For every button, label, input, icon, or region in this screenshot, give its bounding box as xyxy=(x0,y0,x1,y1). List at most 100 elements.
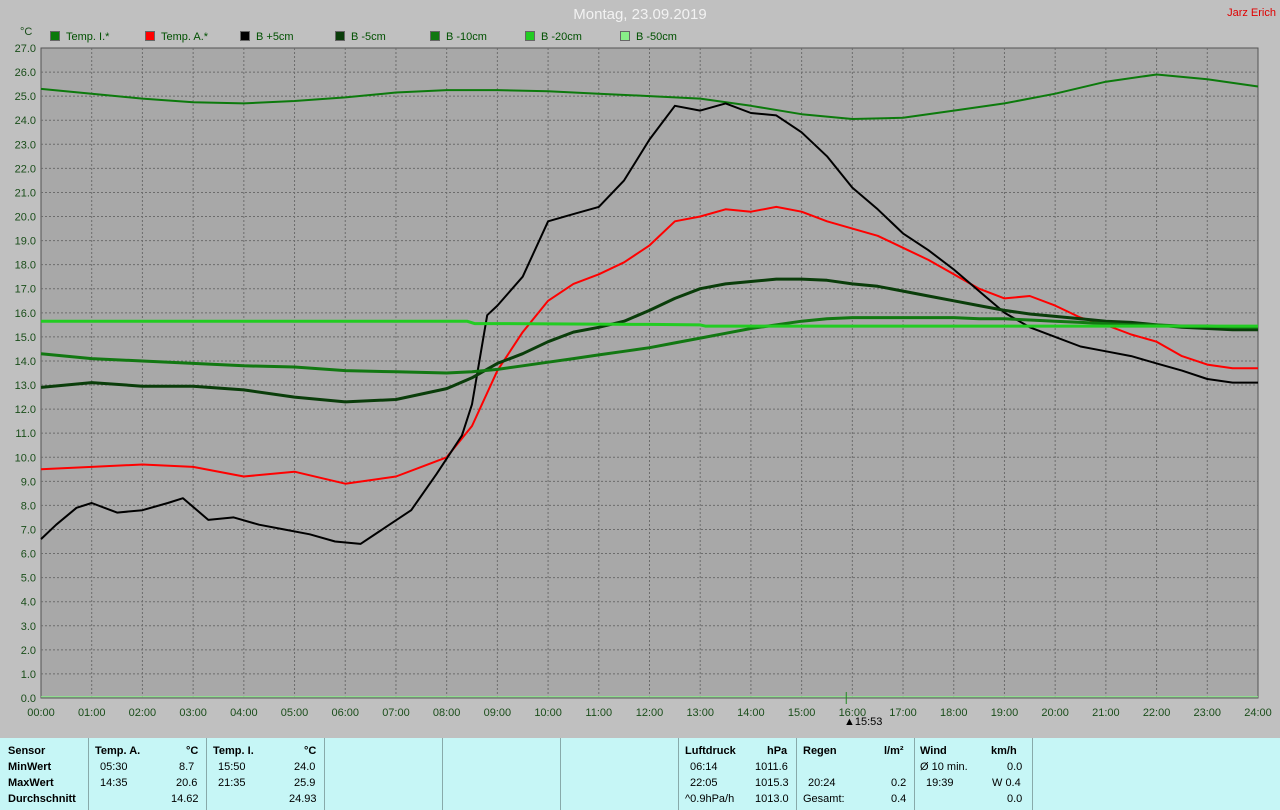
wind-max-val: W 0.4 xyxy=(992,777,1021,789)
x-tick-label: 02:00 xyxy=(129,707,157,719)
y-tick-label: 15.0 xyxy=(15,332,36,344)
y-tick-label: 10.0 xyxy=(15,452,36,464)
legend-label: Temp. A.* xyxy=(161,31,209,43)
y-tick-label: 13.0 xyxy=(15,380,36,392)
divider xyxy=(324,738,325,810)
x-tick-label: 20:00 xyxy=(1041,707,1069,719)
x-tick-label: 13:00 xyxy=(686,707,714,719)
x-tick-label: 11:00 xyxy=(585,707,612,719)
y-tick-label: 27.0 xyxy=(15,43,36,55)
y-axis: 0.0 1.0 2.0 3.0 4.0 5.0 6.0 7.0 8.0 9.0 10.0 11.0 12… xyxy=(15,43,36,705)
x-tick-label: 04:00 xyxy=(230,707,258,719)
x-tick-label: 24:00 xyxy=(1244,707,1272,719)
y-tick-label: 17.0 xyxy=(15,284,36,296)
x-tick-label: 17:00 xyxy=(889,707,917,719)
chart: 0.0 1.0 2.0 3.0 4.0 5.0 6.0 7.0 8.0 9.0 10.0 11.0 12… xyxy=(15,43,1272,719)
y-tick-label: 21.0 xyxy=(15,187,36,199)
temp-i-unit: °C xyxy=(304,745,317,757)
wind-avg-label: Ø 10 min. xyxy=(920,761,968,773)
legend-label: B +5cm xyxy=(256,31,294,43)
y-unit-label: °C xyxy=(20,26,33,38)
temp-i-title: Temp. I. xyxy=(213,745,254,757)
legend-label: B -10cm xyxy=(446,31,487,43)
stats-table: Sensor MinWert MaxWert Durchschnitt Temp… xyxy=(0,738,1280,810)
rain-title: Regen xyxy=(803,745,837,757)
y-tick-label: 4.0 xyxy=(21,597,36,609)
temp-i-max-val: 25.9 xyxy=(294,777,316,789)
y-tick-label: 2.0 xyxy=(21,645,36,657)
x-tick-label: 06:00 xyxy=(331,707,359,719)
rain-total-val: 0.4 xyxy=(891,793,907,805)
legend-label: B -50cm xyxy=(636,31,677,43)
divider xyxy=(914,738,915,810)
time-marker-label: ▲15:53 xyxy=(844,716,883,728)
legend-item: B -20cm xyxy=(525,31,582,43)
y-tick-label: 18.0 xyxy=(15,260,36,272)
temp-i-avg: 24.93 xyxy=(289,793,317,805)
divider xyxy=(560,738,561,810)
legend-swatch xyxy=(240,31,250,41)
x-tick-label: 19:00 xyxy=(991,707,1019,719)
x-tick-label: 01:00 xyxy=(78,707,106,719)
y-tick-label: 19.0 xyxy=(15,236,36,248)
y-tick-label: 9.0 xyxy=(21,476,36,488)
y-tick-label: 14.0 xyxy=(15,356,36,368)
wind-title: Wind xyxy=(920,745,947,757)
pressure-trend-val: 1013.0 xyxy=(755,793,789,805)
x-tick-label: 14:00 xyxy=(737,707,765,719)
y-tick-label: 22.0 xyxy=(15,163,36,175)
legend-swatch xyxy=(50,31,60,41)
x-tick-label: 21:00 xyxy=(1092,707,1120,719)
temp-a-avg: 14.62 xyxy=(171,793,199,805)
pressure-min-time: 06:14 xyxy=(690,761,718,773)
row-label-max: MaxWert xyxy=(8,777,54,789)
x-tick-label: 05:00 xyxy=(281,707,309,719)
temp-a-unit: °C xyxy=(186,745,199,757)
divider xyxy=(796,738,797,810)
wind-third-val: 0.0 xyxy=(1007,793,1023,805)
divider xyxy=(206,738,207,810)
legend-label: B -20cm xyxy=(541,31,582,43)
y-tick-label: 3.0 xyxy=(21,621,36,633)
legend-label: B -5cm xyxy=(351,31,386,43)
temp-a-min-time: 05:30 xyxy=(100,761,128,773)
x-tick-label: 22:00 xyxy=(1143,707,1171,719)
x-tick-label: 08:00 xyxy=(433,707,461,719)
y-tick-label: 16.0 xyxy=(15,308,36,320)
legend-item: B -50cm xyxy=(620,31,677,43)
y-tick-label: 7.0 xyxy=(21,524,36,536)
row-label-avg: Durchschnitt xyxy=(8,793,76,805)
temp-a-min-val: 8.7 xyxy=(179,761,195,773)
divider xyxy=(88,738,89,810)
legend-swatch xyxy=(525,31,535,41)
y-tick-label: 11.0 xyxy=(15,428,36,440)
author-label: Jarz Erich xyxy=(1227,7,1276,19)
x-tick-label: 00:00 xyxy=(27,707,55,719)
legend-swatch xyxy=(620,31,630,41)
temp-i-max-time: 21:35 xyxy=(218,777,246,789)
legend-swatch xyxy=(430,31,440,41)
divider xyxy=(678,738,679,810)
rain-total-label: Gesamt: xyxy=(803,793,845,805)
y-tick-label: 25.0 xyxy=(15,91,36,103)
rain-max-time: 20:24 xyxy=(808,777,836,789)
pressure-max-time: 22:05 xyxy=(690,777,718,789)
x-tick-label: 07:00 xyxy=(382,707,410,719)
x-tick-label: 10:00 xyxy=(534,707,562,719)
y-tick-label: 0.0 xyxy=(21,693,36,705)
y-tick-label: 24.0 xyxy=(15,115,36,127)
divider xyxy=(1032,738,1033,810)
temp-a-title: Temp. A. xyxy=(95,745,141,757)
legend-item: Temp. I.* xyxy=(50,31,109,43)
rain-max-val: 0.2 xyxy=(891,777,907,789)
divider xyxy=(442,738,443,810)
wind-unit: km/h xyxy=(991,745,1017,757)
legend-item: B -10cm xyxy=(430,31,487,43)
row-label-min: MinWert xyxy=(8,761,52,773)
y-tick-label: 8.0 xyxy=(21,500,36,512)
pressure-min-val: 1011.6 xyxy=(755,761,788,773)
y-tick-label: 26.0 xyxy=(15,67,36,79)
legend-item: B -5cm xyxy=(335,31,386,43)
y-tick-label: 5.0 xyxy=(21,573,36,585)
y-tick-label: 1.0 xyxy=(21,669,36,681)
